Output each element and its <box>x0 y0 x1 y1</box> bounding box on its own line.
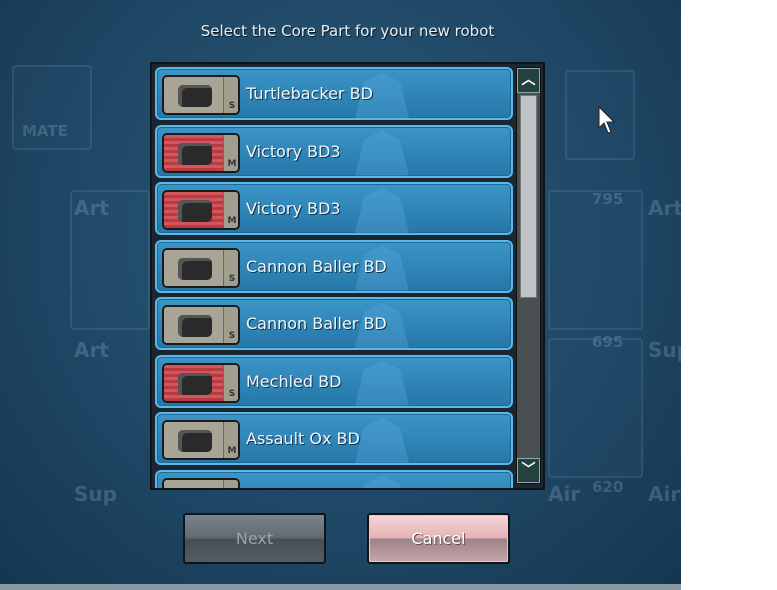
part-icon: S <box>162 362 240 403</box>
scrollbar[interactable]: ︿ ﹀ <box>516 67 541 484</box>
part-icon: M <box>162 420 240 460</box>
bg-label: Art <box>74 196 109 220</box>
robot-part-icon <box>178 487 212 488</box>
bg-label: 795 <box>592 190 624 208</box>
part-name: Assault Ox BD <box>246 429 360 448</box>
scrollbar-thumb[interactable] <box>520 95 537 298</box>
robot-part-icon <box>178 200 212 222</box>
part-name: Mechled BD <box>246 371 342 391</box>
part-icon: S <box>162 305 240 345</box>
bg-label: 695 <box>592 333 624 351</box>
robot-part-icon <box>178 85 212 107</box>
bg-label: Air <box>548 482 581 506</box>
robot-watermark <box>355 475 409 488</box>
grade-label: S <box>223 307 238 343</box>
mouse-cursor-icon <box>598 106 616 134</box>
list-item[interactable]: M Victory BD3 <box>155 124 513 178</box>
bg-label: Sup <box>648 338 681 362</box>
dialog-title: Select the Core Part for your new robot <box>200 22 495 40</box>
bg-label: 620 <box>592 478 624 496</box>
next-button[interactable]: Next <box>183 513 326 564</box>
list-item[interactable]: S Cannon Baller BD <box>155 297 513 350</box>
list-item[interactable]: S Mechled BD <box>155 354 513 408</box>
scroll-down-button[interactable]: ﹀ <box>517 458 540 483</box>
list-item[interactable]: S Turtlebacker BD <box>155 67 513 120</box>
robot-part-icon <box>178 315 212 337</box>
bg-label: Sup <box>74 482 117 506</box>
core-part-list: S Turtlebacker BD M Victory BD3 M Victor… <box>150 62 545 490</box>
grade-label: M <box>223 192 238 228</box>
robot-watermark <box>355 188 409 233</box>
bg-label: Art <box>74 338 109 362</box>
robot-part-icon <box>178 257 212 280</box>
part-icon: M <box>162 132 240 173</box>
robot-part-icon <box>178 430 212 452</box>
part-icon: S <box>162 75 240 115</box>
bg-label: Air <box>648 482 681 506</box>
part-icon <box>162 477 240 488</box>
cancel-button[interactable]: Cancel <box>367 513 510 564</box>
grade-label <box>223 479 238 488</box>
robot-watermark <box>355 360 409 406</box>
part-name: Turtlebacker BD <box>246 84 373 103</box>
robot-part-icon <box>178 142 212 165</box>
part-name: Victory BD3 <box>246 141 341 161</box>
part-name: Cannon Baller BD <box>246 314 387 333</box>
grade-label: S <box>223 364 238 401</box>
part-name: Victory BD3 <box>246 199 341 218</box>
robot-part-icon <box>178 372 212 395</box>
list-item[interactable] <box>155 469 513 488</box>
part-name: Cannon Baller BD <box>246 256 387 276</box>
list-item[interactable]: S Cannon Baller BD <box>155 239 513 293</box>
grade-label: M <box>223 134 238 171</box>
bg-label: Art <box>648 196 681 220</box>
list-item[interactable]: M Victory BD3 <box>155 182 513 235</box>
chevron-down-icon: ﹀ <box>521 462 536 478</box>
part-icon: S <box>162 247 240 288</box>
bg-card <box>548 338 643 478</box>
grade-label: M <box>223 422 238 458</box>
chevron-up-icon: ︿ <box>521 72 536 88</box>
grade-label: S <box>223 77 238 113</box>
scroll-up-button[interactable]: ︿ <box>517 68 540 93</box>
mate-label: MATE <box>22 122 68 140</box>
grade-label: S <box>223 249 238 286</box>
bottom-bar <box>0 584 681 590</box>
list-item[interactable]: M Assault Ox BD <box>155 412 513 465</box>
part-icon: M <box>162 190 240 230</box>
bg-card <box>548 190 643 330</box>
robot-watermark <box>355 130 409 176</box>
